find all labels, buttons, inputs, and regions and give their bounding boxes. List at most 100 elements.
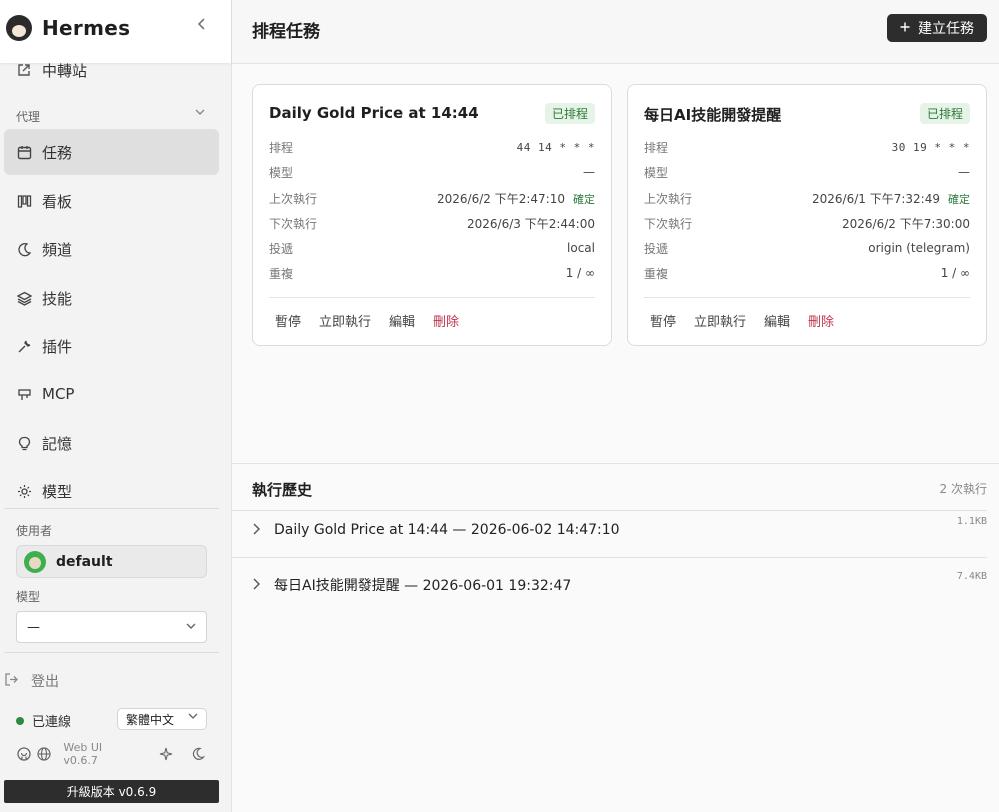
task-field-next-run: 下次執行 2026/6/3 下午2:44:00 <box>269 214 595 232</box>
app-name: Hermes <box>42 16 131 40</box>
history-row[interactable]: 每日AI技能開發提醒 — 2026-06-01 19:32:47 7.4KB <box>252 567 987 603</box>
language-select[interactable]: 繁體中文 <box>117 708 207 730</box>
globe-icon[interactable] <box>36 746 52 762</box>
sidebar-item-plugins[interactable]: 插件 <box>4 323 219 369</box>
task-field-delivery: 投遞 local <box>269 239 595 257</box>
field-key: 重複 <box>644 266 669 281</box>
model-select[interactable]: — <box>16 611 207 643</box>
field-value: 2026/6/2 下午2:47:10 <box>437 191 565 206</box>
field-key: 上次執行 <box>644 191 693 206</box>
field-key: 上次執行 <box>269 191 318 206</box>
history-title: 執行歷史 <box>252 481 313 499</box>
sparkle-icon[interactable] <box>159 746 175 762</box>
edit-button[interactable]: 編輯 <box>383 311 421 330</box>
history-row-text: Daily Gold Price at 14:44 — 2026-06-02 1… <box>274 522 620 538</box>
calendar-icon <box>16 144 32 160</box>
external-link-icon <box>16 62 32 78</box>
task-card: 每日AI技能開發提醒 已排程 排程 30 19 * * * 模型 — 上次執行 … <box>627 84 987 346</box>
create-task-button[interactable]: 建立任務 <box>887 14 987 42</box>
pause-button[interactable]: 暫停 <box>644 311 682 330</box>
sidebar-item-board[interactable]: 看板 <box>4 178 219 224</box>
sidebar-footer: Web UI v0.6.7 <box>16 741 206 767</box>
user-switcher[interactable]: default <box>16 545 207 578</box>
run-now-button[interactable]: 立即執行 <box>688 311 752 330</box>
delete-button[interactable]: 刪除 <box>802 311 840 330</box>
plug-icon <box>16 386 32 402</box>
model-section-label: 模型 <box>16 590 41 604</box>
sidebar-item-label: 模型 <box>42 482 73 501</box>
run-status: 確定 <box>948 192 970 206</box>
field-value: 1 / ∞ <box>565 266 595 280</box>
connection-status: 已連線 <box>16 711 71 730</box>
sidebar-item-mcp[interactable]: MCP <box>4 371 219 417</box>
sidebar-item-label: 技能 <box>42 289 73 308</box>
version-label: Web UI v0.6.7 <box>63 741 103 767</box>
chevron-down-icon[interactable] <box>195 108 205 119</box>
logout-button[interactable]: 登出 <box>4 671 59 691</box>
moon-icon[interactable] <box>190 746 206 762</box>
create-task-label: 建立任務 <box>918 21 974 37</box>
task-field-model: 模型 — <box>644 163 970 181</box>
moon-icon <box>16 241 32 257</box>
sidebar-item-label: 記憶 <box>42 434 73 453</box>
sidebar-item-label: MCP <box>42 385 75 403</box>
delete-button[interactable]: 刪除 <box>427 311 465 330</box>
history-divider <box>232 557 987 558</box>
collapse-sidebar-button[interactable] <box>193 16 211 34</box>
task-field-model: 模型 — <box>269 163 595 181</box>
field-value: 2026/6/1 下午7:32:49 <box>812 191 940 206</box>
field-value: 2026/6/3 下午2:44:00 <box>467 216 595 231</box>
logout-label: 登出 <box>31 674 59 690</box>
task-actions: 暫停 立即執行 編輯 刪除 <box>644 311 840 330</box>
user-section-label: 使用者 <box>16 524 53 538</box>
sidebar-item-channels[interactable]: 頻道 <box>4 226 219 272</box>
field-key: 排程 <box>644 140 669 155</box>
chevron-down-icon <box>188 712 198 723</box>
history-count: 2 次執行 <box>939 482 987 496</box>
page-title: 排程任務 <box>252 22 320 42</box>
status-label: 已連線 <box>32 715 72 730</box>
sidebar-divider <box>4 652 219 653</box>
field-value: — <box>958 165 970 179</box>
upgrade-button[interactable]: 升級版本 v0.6.9 <box>4 780 219 803</box>
sidebar-item-skills[interactable]: 技能 <box>4 275 219 321</box>
github-icon[interactable] <box>16 746 32 762</box>
chevron-down-icon <box>186 622 196 633</box>
field-value: 2026/6/2 下午7:30:00 <box>842 216 970 231</box>
sidebar-item-tasks[interactable]: 任務 <box>4 129 219 175</box>
layers-icon <box>16 290 32 306</box>
kanban-icon <box>16 193 32 209</box>
field-value-group: 2026/6/1 下午7:32:49 確定 <box>812 190 970 207</box>
edit-button[interactable]: 編輯 <box>758 311 796 330</box>
pause-button[interactable]: 暫停 <box>269 311 307 330</box>
task-field-delivery: 投遞 origin (telegram) <box>644 239 970 257</box>
history-row-text: 每日AI技能開發提醒 — 2026-06-01 19:32:47 <box>274 578 572 594</box>
sidebar-item-relay[interactable]: 中轉站 <box>4 48 219 92</box>
field-value: local <box>567 241 595 255</box>
sidebar-item-label: 看板 <box>42 192 73 211</box>
logout-icon <box>4 672 19 691</box>
chevron-right-icon <box>252 523 266 538</box>
chevron-left-icon <box>197 18 205 30</box>
field-value: — <box>583 165 595 179</box>
card-divider <box>269 297 595 298</box>
sidebar-item-label: 頻道 <box>42 240 73 259</box>
task-field-repeat: 重複 1 / ∞ <box>644 264 970 282</box>
sidebar-item-memory[interactable]: 記憶 <box>4 420 219 466</box>
task-card: Daily Gold Price at 14:44 已排程 排程 44 14 *… <box>252 84 612 346</box>
sidebar-item-label: 插件 <box>42 337 73 356</box>
top-bar: 排程任務 建立任務 <box>232 0 999 64</box>
field-key: 重複 <box>269 266 294 281</box>
field-key: 排程 <box>269 140 294 155</box>
task-field-last-run: 上次執行 2026/6/2 下午2:47:10 確定 <box>269 189 595 207</box>
task-field-schedule: 排程 44 14 * * * <box>269 138 595 156</box>
field-value: 30 19 * * * <box>891 140 970 154</box>
run-now-button[interactable]: 立即執行 <box>313 311 377 330</box>
card-divider <box>644 297 970 298</box>
history-row-size: 1.1KB <box>956 516 987 527</box>
history-row[interactable]: Daily Gold Price at 14:44 — 2026-06-02 1… <box>252 512 987 548</box>
task-field-last-run: 上次執行 2026/6/1 下午7:32:49 確定 <box>644 189 970 207</box>
wrench-icon <box>16 338 32 354</box>
field-key: 模型 <box>269 165 294 180</box>
history-divider <box>232 463 999 464</box>
